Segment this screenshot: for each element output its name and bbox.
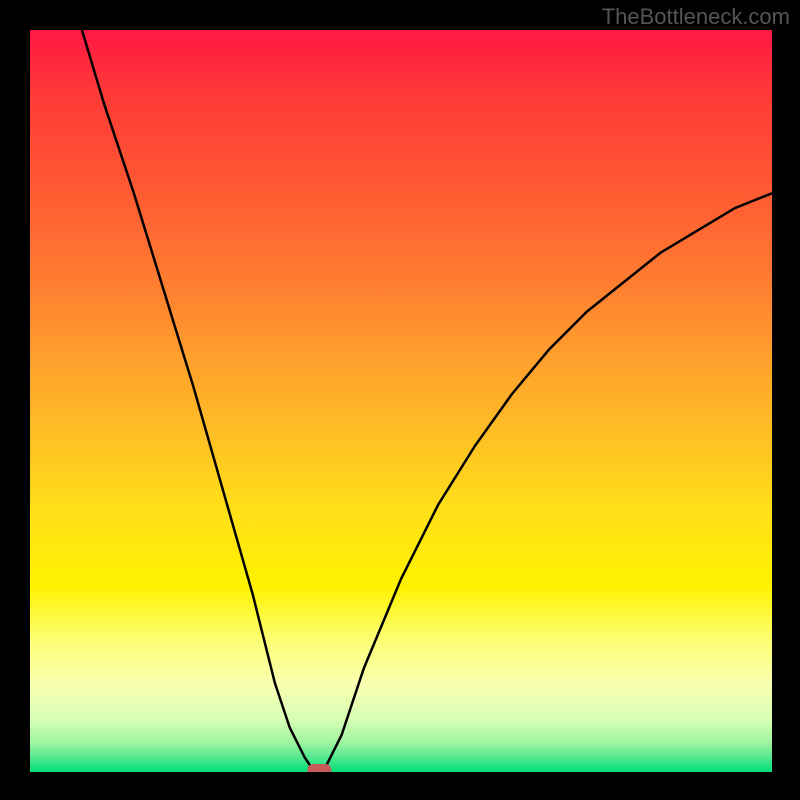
- chart-svg: [30, 30, 772, 772]
- optimum-marker: [307, 764, 331, 772]
- watermark-text: TheBottleneck.com: [602, 4, 790, 30]
- bottleneck-curve-line: [82, 30, 772, 772]
- chart-plot-area: [30, 30, 772, 772]
